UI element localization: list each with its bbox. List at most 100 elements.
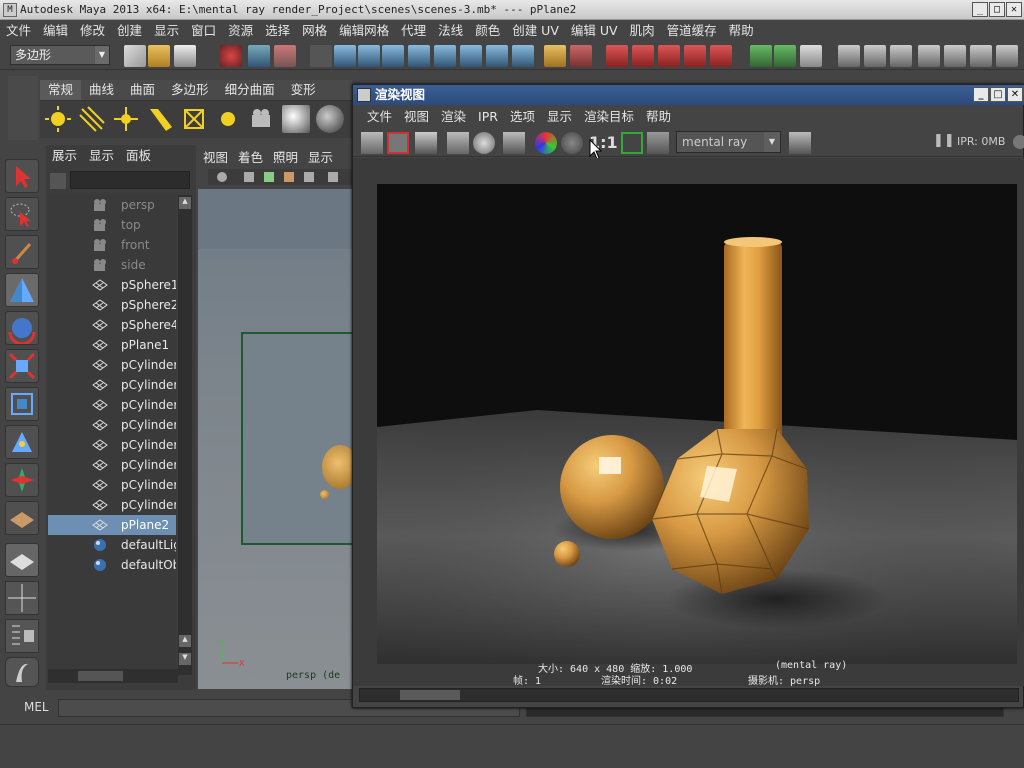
outliner-item[interactable]: pCylinder6: [48, 435, 176, 455]
scale-tool-icon[interactable]: [5, 349, 39, 383]
help-icon[interactable]: [512, 45, 534, 67]
four-view-layout-icon[interactable]: [5, 581, 39, 615]
outliner-item[interactable]: pCylinder8: [48, 475, 176, 495]
attribute-editor-icon[interactable]: [944, 45, 966, 67]
shader-ball-icon[interactable]: [316, 105, 344, 133]
scroll-thumb[interactable]: [400, 690, 460, 700]
select-by-component-icon[interactable]: [274, 45, 296, 67]
magnet-plane-icon[interactable]: [684, 45, 706, 67]
menu-normals[interactable]: 法线: [432, 20, 469, 42]
menu-edit[interactable]: 编辑: [37, 20, 74, 42]
outliner-item[interactable]: defaultLigl: [48, 535, 176, 555]
pause-icon[interactable]: ❚❚: [933, 133, 955, 148]
render-current-frame-icon[interactable]: [838, 45, 860, 67]
material-sphere-icon[interactable]: [282, 105, 310, 133]
outliner-layout-icon[interactable]: [5, 619, 39, 653]
menu-set-select[interactable]: 多边形 ▼: [10, 45, 110, 65]
directional-light-icon[interactable]: [78, 105, 106, 133]
camera-icon[interactable]: [248, 105, 276, 133]
open-scene-icon[interactable]: [148, 45, 170, 67]
outliner-menu-display[interactable]: 展示: [46, 145, 83, 167]
menu-mesh[interactable]: 网格: [296, 20, 333, 42]
construction-icon[interactable]: [486, 45, 508, 67]
menu-pipeline-cache[interactable]: 管道缓存: [661, 20, 723, 42]
scroll-up-icon[interactable]: ▲: [179, 635, 191, 647]
shelf-tab-curves[interactable]: 曲线: [81, 80, 122, 100]
scroll-up-icon[interactable]: ▲: [179, 197, 191, 209]
hypershade-icon[interactable]: [918, 45, 940, 67]
select-by-hierarchy-icon[interactable]: [220, 45, 242, 67]
menu-color[interactable]: 颜色: [469, 20, 506, 42]
move-tool-icon[interactable]: [5, 273, 39, 307]
snapshot-icon[interactable]: [415, 132, 437, 154]
save-scene-icon[interactable]: [174, 45, 196, 67]
outliner-item[interactable]: top: [48, 215, 176, 235]
input-ops-icon[interactable]: [750, 45, 772, 67]
history-icon[interactable]: [460, 45, 482, 67]
snap-plane-icon[interactable]: [408, 45, 430, 67]
snap-point-icon[interactable]: [382, 45, 404, 67]
filter-icon[interactable]: [310, 45, 332, 67]
outliner-item[interactable]: pSphere2: [48, 295, 176, 315]
renderer-select[interactable]: mental ray ▼: [676, 131, 781, 153]
soft-modification-icon[interactable]: [5, 425, 39, 459]
close-button[interactable]: ✕: [1006, 2, 1022, 17]
rv-menu-help[interactable]: 帮助: [640, 106, 677, 128]
scroll-thumb[interactable]: [78, 671, 123, 681]
filter-toggle-icon[interactable]: [50, 173, 66, 189]
viewport-menu-lighting[interactable]: 照明: [268, 147, 303, 166]
menu-edit-mesh[interactable]: 编辑网格: [333, 20, 395, 42]
shelf-tab-subdivs[interactable]: 细分曲面: [217, 80, 283, 100]
outliner-horizontal-scrollbar[interactable]: [48, 669, 178, 683]
outliner-item[interactable]: defaultObj: [48, 555, 176, 575]
refresh-ipr-icon[interactable]: [473, 132, 495, 154]
outliner-item[interactable]: side: [48, 255, 176, 275]
magnet-icon[interactable]: [606, 45, 628, 67]
rv-menu-display[interactable]: 显示: [541, 106, 578, 128]
menu-proxy[interactable]: 代理: [395, 20, 432, 42]
outliner-item[interactable]: pPlane2: [48, 515, 176, 535]
perspective-viewport[interactable]: YX persp (de: [198, 189, 358, 689]
tool-settings-icon[interactable]: [970, 45, 992, 67]
outliner-item[interactable]: persp: [48, 195, 176, 215]
magnet-curve-icon[interactable]: [632, 45, 654, 67]
snap-curve-icon[interactable]: [358, 45, 380, 67]
rv-menu-options[interactable]: 选项: [504, 106, 541, 128]
scroll-down-icon[interactable]: ▼: [179, 653, 191, 665]
outliner-item[interactable]: pCylinder2: [48, 355, 176, 375]
rv-menu-file[interactable]: 文件: [361, 106, 398, 128]
render-region-icon[interactable]: [387, 132, 409, 154]
minimize-button[interactable]: _: [973, 87, 989, 102]
render-canvas[interactable]: [353, 158, 1024, 686]
show-manipulator-icon[interactable]: [5, 463, 39, 497]
menu-edit-uvs[interactable]: 编辑 UV: [565, 20, 624, 42]
outliner-item[interactable]: pCylinder5: [48, 415, 176, 435]
snap-grid-icon[interactable]: [334, 45, 356, 67]
display-region-icon[interactable]: [621, 132, 643, 154]
menu-display[interactable]: 显示: [148, 20, 185, 42]
rv-menu-ipr[interactable]: IPR: [472, 106, 504, 128]
render-options-icon[interactable]: [789, 132, 811, 154]
selection-mask-icon[interactable]: [570, 45, 592, 67]
shelf-options-handle[interactable]: [8, 76, 38, 140]
volume-light-icon[interactable]: [214, 105, 242, 133]
spot-light-icon[interactable]: [146, 105, 174, 133]
rotate-tool-icon[interactable]: [5, 311, 39, 346]
shelf-tab-polygons[interactable]: 多边形: [163, 80, 217, 100]
menu-create[interactable]: 创建: [111, 20, 148, 42]
rgb-channels-icon[interactable]: [535, 132, 557, 154]
menu-select[interactable]: 选择: [259, 20, 296, 42]
render-settings-icon[interactable]: [503, 132, 525, 154]
menu-create-uvs[interactable]: 创建 UV: [506, 20, 565, 42]
channel-box-icon[interactable]: [996, 45, 1018, 67]
magnet-point-icon[interactable]: [658, 45, 680, 67]
keep-image-icon[interactable]: [647, 132, 669, 154]
outliner-item[interactable]: pSphere4: [48, 315, 176, 335]
area-light-icon[interactable]: [180, 105, 208, 133]
command-language-label[interactable]: MEL: [24, 700, 49, 714]
maximize-button[interactable]: □: [989, 2, 1005, 17]
lock-icon[interactable]: [544, 45, 566, 67]
menu-modify[interactable]: 修改: [74, 20, 111, 42]
select-by-object-icon[interactable]: [248, 45, 270, 67]
shelf-tab-deformation[interactable]: 变形: [283, 80, 324, 100]
